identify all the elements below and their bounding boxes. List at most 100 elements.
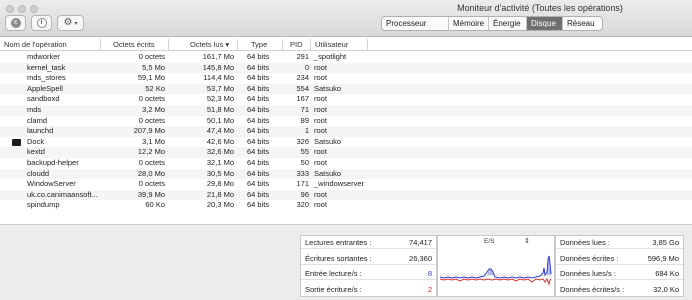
process-pid: 171: [296, 179, 309, 189]
process-user: root: [314, 105, 327, 114]
tab-reseau[interactable]: Réseau: [563, 17, 602, 30]
process-user: root: [314, 115, 327, 125]
stop-process-button[interactable]: x: [5, 15, 26, 31]
table-row[interactable]: kernel_task 5,5 Mo 145,8 Mo 64 bits 0 root: [0, 62, 692, 74]
stat-label: Écritures sortantes :: [305, 253, 372, 263]
tab-memoire[interactable]: Mémoire: [449, 17, 489, 30]
table-row[interactable]: Dock 3,1 Mo 42,6 Mo 64 bits 326 Satsuko: [0, 137, 692, 148]
data-stat-row: Données écrites/s : 32,0 Ko: [556, 283, 683, 296]
process-type: 64 bits: [247, 52, 270, 61]
process-user: root: [314, 189, 327, 199]
bytes-read: 30,5 Mo: [206, 168, 234, 178]
column-pid[interactable]: PID: [290, 40, 303, 49]
column-divider[interactable]: [310, 39, 311, 50]
process-pid: 96: [300, 189, 309, 199]
process-name: AppleSpell: [27, 83, 63, 93]
process-type: 64 bits: [247, 179, 270, 189]
table-row[interactable]: WindowServer 0 octets 29,8 Mo 64 bits 171 _wi…: [0, 179, 692, 190]
graph-toggle-icon[interactable]: ⇕: [524, 237, 530, 245]
stat-label: Sortie écriture/s :: [305, 284, 362, 294]
table-row[interactable]: spindump 60 Ko 20,3 Mo 64 bits 320 root: [0, 200, 692, 211]
column-divider[interactable]: [367, 39, 368, 50]
table-row[interactable]: kextd 12,2 Mo 32,6 Mo 64 bits 55 root: [0, 147, 692, 158]
info-icon: i: [36, 18, 47, 28]
close-window-button[interactable]: [6, 5, 14, 13]
bytes-read: 29,8 Mo: [206, 179, 234, 189]
stat-value: 32,0 Ko: [653, 284, 679, 294]
category-tabs: Processeur Mémoire Énergie Disque Réseau: [381, 16, 603, 31]
process-type: 64 bits: [247, 168, 270, 178]
process-pid: 320: [296, 200, 309, 210]
table-row[interactable]: backupd-helper 0 octets 32,1 Mo 64 bits 50 ro…: [0, 158, 692, 169]
stat-label: Données écrites/s :: [560, 284, 625, 294]
process-pid: 0: [304, 62, 309, 72]
toolbar: Moniteur d'activité (Toutes les opératio…: [0, 0, 692, 37]
table-row[interactable]: sandboxd 0 octets 52,3 Mo 64 bits 167 root: [0, 94, 692, 105]
bytes-read: 114,4 Mo: [203, 73, 234, 83]
table-row[interactable]: clamd 0 octets 50,1 Mo 64 bits 89 root: [0, 116, 692, 127]
stat-value: 3,85 Go: [652, 238, 679, 247]
column-divider[interactable]: [100, 39, 101, 50]
table-row[interactable]: mds_stores 59,1 Mo 114,4 Mo 64 bits 234 root: [0, 73, 692, 84]
minimize-window-button[interactable]: [18, 5, 26, 13]
column-name[interactable]: Nom de l'opération: [4, 40, 67, 49]
process-user: root: [314, 94, 327, 104]
process-user: root: [314, 200, 327, 210]
column-user[interactable]: Utilisateur: [315, 40, 348, 49]
column-bytes-written[interactable]: Octets écrits: [113, 40, 155, 49]
table-row[interactable]: mds 3,2 Mo 51,8 Mo 64 bits 71 root: [0, 105, 692, 116]
process-user: Satsuko: [314, 83, 342, 93]
inspect-process-button[interactable]: i: [31, 15, 52, 31]
process-pid: 89: [300, 115, 309, 125]
graph-write-series: [440, 277, 552, 286]
table-row[interactable]: launchd 207,9 Mo 47,4 Mo 64 bits 1 root: [0, 126, 692, 137]
column-divider[interactable]: [237, 39, 238, 50]
stat-label: Données écrites :: [560, 253, 619, 263]
bytes-read: 47,4 Mo: [206, 126, 234, 136]
process-name: Dock: [27, 136, 45, 146]
table-row[interactable]: uk.co.canimaansoft... 39,9 Mo 21,8 Mo 64 bi…: [0, 189, 692, 201]
process-pid: 291: [296, 52, 309, 61]
process-pid: 55: [300, 147, 309, 157]
process-type: 64 bits: [247, 73, 270, 83]
io-stat-row: Écritures sortantes : 26,360: [301, 252, 436, 265]
column-divider[interactable]: [282, 39, 283, 50]
graph-title: E/S: [484, 238, 495, 245]
process-name: backupd-helper: [27, 158, 79, 167]
column-bytes-read[interactable]: Octets lus ▾: [190, 40, 229, 49]
bytes-written: 59,1 Mo: [137, 73, 165, 83]
column-type[interactable]: Type: [251, 40, 267, 49]
table-row[interactable]: cloudd 28,0 Mo 30,5 Mo 64 bits 333 Satsuko: [0, 168, 692, 180]
process-type: 64 bits: [247, 136, 270, 146]
process-name: kextd: [27, 147, 45, 157]
io-graph: [440, 255, 552, 286]
bytes-read: 53,7 Mo: [206, 83, 234, 93]
process-name: sandboxd: [27, 94, 60, 104]
window-title: Moniteur d'activité (Toutes les opératio…: [457, 3, 623, 13]
process-pid: 50: [300, 158, 309, 167]
zoom-window-button[interactable]: [30, 5, 38, 13]
tab-disque[interactable]: Disque: [527, 17, 563, 30]
graph-read-series: [440, 255, 552, 279]
table-row[interactable]: AppleSpell 52 Ko 53,7 Mo 64 bits 554 Satsuko: [0, 83, 692, 95]
bytes-read: 42,6 Mo: [206, 136, 234, 146]
stat-label: Entrée lecture/s :: [305, 269, 362, 278]
process-pid: 326: [296, 136, 309, 146]
tab-processeur[interactable]: Processeur: [382, 17, 449, 30]
process-name: cloudd: [27, 168, 50, 178]
stat-value: 74,417: [409, 238, 432, 247]
process-user: _spotlight: [314, 52, 347, 61]
process-name: mds: [27, 105, 42, 114]
gear-icon: ⚙: [63, 17, 73, 28]
tab-energie[interactable]: Énergie: [489, 17, 527, 30]
process-type: 64 bits: [247, 105, 270, 114]
stat-value: 2: [427, 284, 432, 294]
process-pid: 71: [300, 105, 309, 114]
table-row[interactable]: mdworker 0 octets 161,7 Mo 64 bits 291 _spotl…: [0, 52, 692, 63]
column-bytes-read-label: Octets lus: [190, 40, 224, 49]
actions-menu-button[interactable]: ⚙ ▾: [57, 15, 84, 31]
bytes-written: 52 Ko: [145, 83, 165, 93]
column-divider[interactable]: [168, 39, 169, 50]
chevron-down-icon: ▾: [74, 20, 78, 27]
data-stat-row: Données lues : 3,85 Go: [556, 236, 683, 249]
